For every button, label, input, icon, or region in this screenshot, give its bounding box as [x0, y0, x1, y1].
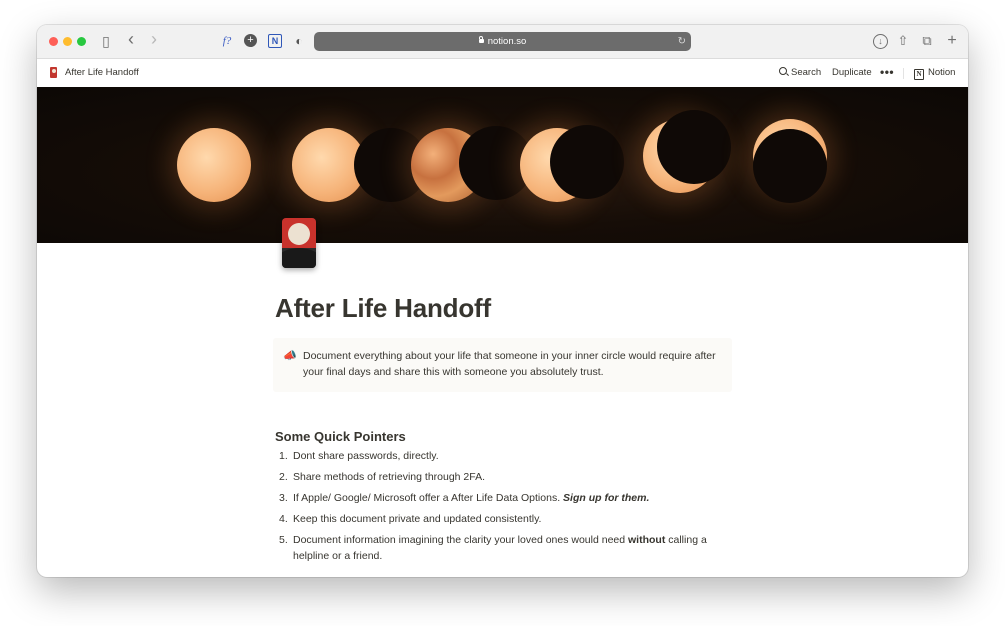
topbar-divider — [903, 68, 904, 79]
megaphone-icon[interactable]: 📣 — [283, 349, 297, 363]
callout-text: Document everything about your life that… — [303, 350, 716, 378]
share-icon[interactable]: ⇧ — [896, 33, 910, 49]
address-bar[interactable]: notion.so ↻ — [314, 32, 691, 51]
list-item: 2. Share methods of retrieving through 2F… — [275, 469, 725, 485]
notion-label: Notion — [928, 67, 956, 78]
browser-window: ▯ ‹ › f? + N ◐ notion.so ↻ ↓ ⇧ ⧉ + After… — [37, 25, 968, 577]
callout-block[interactable]: 📣 Document everything about your life th… — [273, 338, 732, 392]
back-button-icon[interactable]: ‹ — [125, 30, 137, 48]
forward-button-icon[interactable]: › — [148, 30, 160, 48]
new-tab-icon[interactable]: + — [945, 33, 959, 49]
page-icon-small — [50, 67, 57, 78]
more-options-icon[interactable]: ••• — [880, 66, 894, 78]
moon-phase-2 — [292, 128, 428, 202]
list-item-text: Keep this document private and updated c… — [293, 513, 542, 525]
formula-extension-icon[interactable]: f? — [219, 33, 235, 49]
sidebar-toggle-icon[interactable]: ▯ — [99, 33, 113, 49]
search-icon — [779, 67, 787, 75]
list-item: 5. Document information imagining the cla… — [275, 532, 725, 564]
list-item-emphasis: Sign up for them. — [563, 492, 650, 504]
page-cover-image[interactable] — [37, 87, 968, 243]
notion-button[interactable]: N Notion — [914, 67, 955, 80]
list-item: 1. Dont share passwords, directly. — [275, 448, 725, 464]
list-number: 1. — [279, 450, 288, 462]
moon-phase-1 — [177, 128, 251, 202]
pointers-list: 1. Dont share passwords, directly. 2. Shar… — [275, 448, 725, 569]
list-item-text: Share methods of retrieving through 2FA. — [293, 471, 486, 483]
minimize-window-button[interactable] — [63, 37, 72, 46]
list-number: 5. — [279, 534, 288, 546]
notion-topbar: After Life Handoff Search Duplicate ••• … — [37, 59, 968, 87]
search-label: Search — [791, 67, 822, 78]
list-number: 2. — [279, 471, 288, 483]
list-number: 3. — [279, 492, 288, 504]
list-item-text: If Apple/ Google/ Microsoft offer a Afte… — [293, 492, 564, 504]
list-item: 3. If Apple/ Google/ Microsoft offer a Af… — [275, 490, 725, 506]
page-icon[interactable] — [282, 218, 316, 268]
close-window-button[interactable] — [49, 37, 58, 46]
list-item-bold: without — [628, 534, 666, 546]
downloads-icon[interactable]: ↓ — [873, 34, 888, 49]
lock-icon — [478, 36, 484, 43]
tab-overview-icon[interactable]: ⧉ — [920, 33, 934, 49]
zoom-window-button[interactable] — [77, 37, 86, 46]
moon-phase-5 — [643, 110, 731, 193]
shield-extension-icon[interactable]: ◐ — [293, 33, 305, 49]
duplicate-button[interactable]: Duplicate — [832, 67, 872, 79]
add-extension-icon[interactable]: + — [244, 34, 257, 47]
browser-toolbar: ▯ ‹ › f? + N ◐ notion.so ↻ ↓ ⇧ ⧉ + — [37, 25, 968, 59]
reload-icon[interactable]: ↻ — [678, 32, 686, 51]
search-button[interactable]: Search — [779, 67, 821, 79]
section-heading: Some Quick Pointers — [275, 429, 406, 444]
list-item: 4. Keep this document private and updated… — [275, 511, 725, 527]
page-title[interactable]: After Life Handoff — [275, 291, 491, 325]
list-item-text: Dont share passwords, directly. — [293, 450, 439, 462]
moon-phase-3 — [411, 126, 533, 202]
moon-phase-4 — [520, 125, 624, 202]
list-number: 4. — [279, 513, 288, 525]
list-item-text: Document information imagining the clari… — [293, 534, 629, 546]
breadcrumb-page-title[interactable]: After Life Handoff — [65, 67, 139, 79]
address-bar-url: notion.so — [487, 36, 527, 47]
notion-extension-icon[interactable]: N — [268, 34, 282, 48]
notion-logo-icon: N — [914, 69, 924, 80]
moon-phase-6 — [753, 119, 827, 203]
